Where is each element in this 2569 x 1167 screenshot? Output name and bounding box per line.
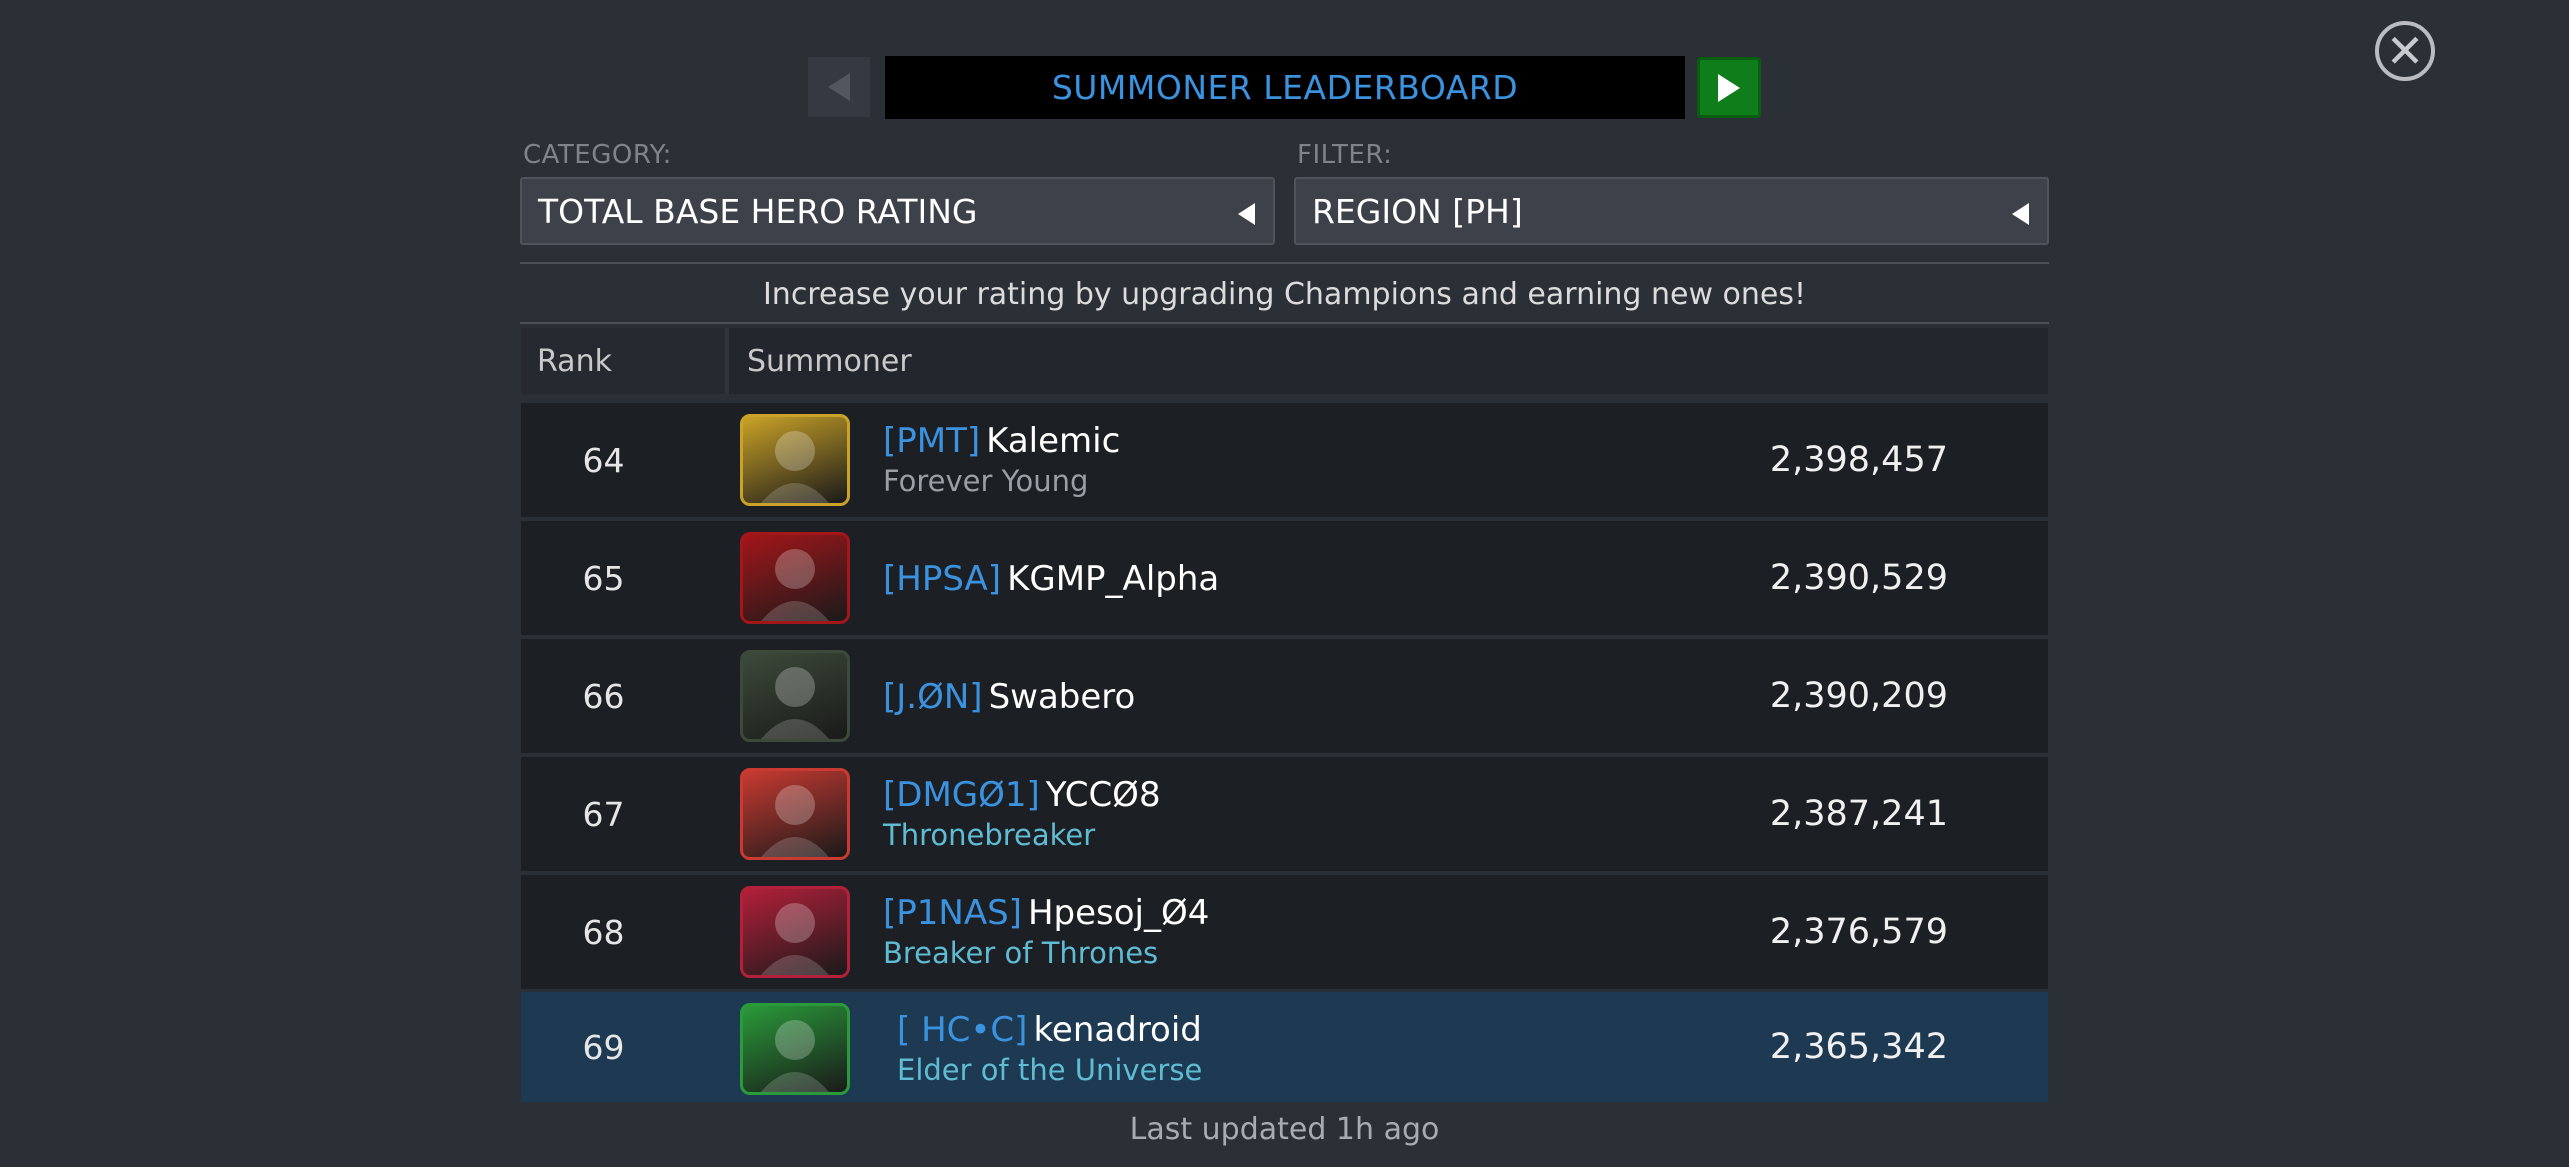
rank-value: 65	[582, 558, 625, 598]
leaderboard-row[interactable]: 69 [ HC•C] kenadroid Elder of the Universe 2…	[521, 992, 2048, 1102]
avatar[interactable]	[740, 532, 850, 624]
divider	[520, 322, 2049, 324]
champion-portrait-icon	[761, 549, 829, 621]
close-button[interactable]: ✕	[2375, 21, 2435, 81]
leaderboard-row[interactable]: 64 [PMT] Kalemic Forever Young 2,398,457	[521, 403, 2048, 517]
avatar[interactable]	[740, 768, 850, 860]
previous-board-button[interactable]	[808, 57, 870, 117]
summoner-username: YCCØ8	[1045, 775, 1161, 815]
rank-value: 64	[582, 440, 625, 480]
summoner-username: Kalemic	[986, 421, 1121, 461]
alliance-tag: [ HC•C]	[897, 1010, 1028, 1050]
page-title-text: SUMMONER LEADERBOARD	[1051, 68, 1519, 107]
leaderboard-row[interactable]: 66 [J.ØN] Swabero 2,390,209	[521, 639, 2048, 753]
avatar[interactable]	[740, 886, 850, 978]
summoner-name: [DMGØ1] YCCØ8	[883, 775, 1161, 815]
last-updated-text: Last updated 1h ago	[1129, 1112, 1440, 1147]
avatar[interactable]	[740, 414, 850, 506]
summoner-title: Forever Young	[883, 464, 1089, 498]
alliance-tag: [PMT]	[883, 421, 981, 461]
champion-portrait-icon	[761, 667, 829, 739]
alliance-tag: [P1NAS]	[883, 893, 1022, 933]
filter-label: FILTER:	[1297, 140, 1393, 170]
rating-value: 2,398,457	[1769, 440, 1948, 480]
filter-value: REGION [PH]	[1312, 191, 1523, 231]
alliance-tag: [J.ØN]	[883, 677, 983, 717]
rank-value: 69	[582, 1027, 625, 1067]
summoner-name: [J.ØN] Swabero	[883, 677, 1135, 717]
filter-dropdown[interactable]: REGION [PH]	[1294, 177, 2049, 245]
page-title: SUMMONER LEADERBOARD	[885, 56, 1685, 119]
summoner-username: Swabero	[988, 677, 1136, 717]
summoner-title: Elder of the Universe	[897, 1053, 1203, 1087]
rating-value: 2,387,241	[1769, 794, 1948, 834]
summoner-column-header: Summoner	[747, 343, 912, 379]
summoner-name: [ HC•C] kenadroid	[897, 1010, 1202, 1050]
close-icon: ✕	[2385, 24, 2425, 78]
avatar[interactable]	[740, 650, 850, 742]
dropdown-arrow-icon	[2012, 203, 2029, 225]
summoner-name: [P1NAS] Hpesoj_Ø4	[883, 893, 1209, 933]
leaderboard-row[interactable]: 67 [DMGØ1] YCCØ8 Thronebreaker 2,387,241	[521, 757, 2048, 871]
category-value: TOTAL BASE HERO RATING	[538, 191, 978, 231]
summoner-title: Breaker of Thrones	[883, 936, 1159, 970]
rank-value: 66	[582, 676, 625, 716]
rank-value: 68	[582, 912, 625, 952]
rank-value: 67	[582, 794, 625, 834]
info-message: Increase your rating by upgrading Champi…	[762, 277, 1807, 312]
champion-portrait-icon	[761, 1020, 829, 1092]
dropdown-arrow-icon	[1238, 203, 1255, 225]
avatar[interactable]	[740, 1003, 850, 1095]
summoner-username: Hpesoj_Ø4	[1027, 893, 1210, 933]
summoner-title: Thronebreaker	[883, 818, 1096, 852]
arrow-left-icon	[828, 73, 850, 101]
table-header: Rank Summoner	[521, 328, 2048, 394]
rating-value: 2,376,579	[1769, 912, 1948, 952]
category-dropdown[interactable]: TOTAL BASE HERO RATING	[520, 177, 1275, 245]
leaderboard-row[interactable]: 68 [P1NAS] Hpesoj_Ø4 Breaker of Thrones 2,37…	[521, 875, 2048, 989]
alliance-tag: [HPSA]	[883, 559, 1002, 599]
category-label: CATEGORY:	[523, 140, 672, 170]
summoner-username: KGMP_Alpha	[1007, 559, 1220, 599]
rating-value: 2,390,529	[1769, 558, 1948, 598]
leaderboard-row[interactable]: 65 [HPSA] KGMP_Alpha 2,390,529	[521, 521, 2048, 635]
champion-portrait-icon	[761, 785, 829, 857]
rank-column-header: Rank	[521, 328, 729, 394]
summoner-name: [HPSA] KGMP_Alpha	[883, 559, 1219, 599]
alliance-tag: [DMGØ1]	[883, 775, 1040, 815]
arrow-right-icon	[1718, 73, 1740, 102]
champion-portrait-icon	[761, 903, 829, 975]
rating-value: 2,365,342	[1769, 1027, 1948, 1067]
divider	[520, 262, 2049, 264]
champion-portrait-icon	[761, 431, 829, 503]
next-board-button[interactable]	[1697, 57, 1761, 118]
summoner-name: [PMT] Kalemic	[883, 421, 1120, 461]
summoner-username: kenadroid	[1033, 1010, 1202, 1050]
rating-value: 2,390,209	[1769, 676, 1948, 716]
